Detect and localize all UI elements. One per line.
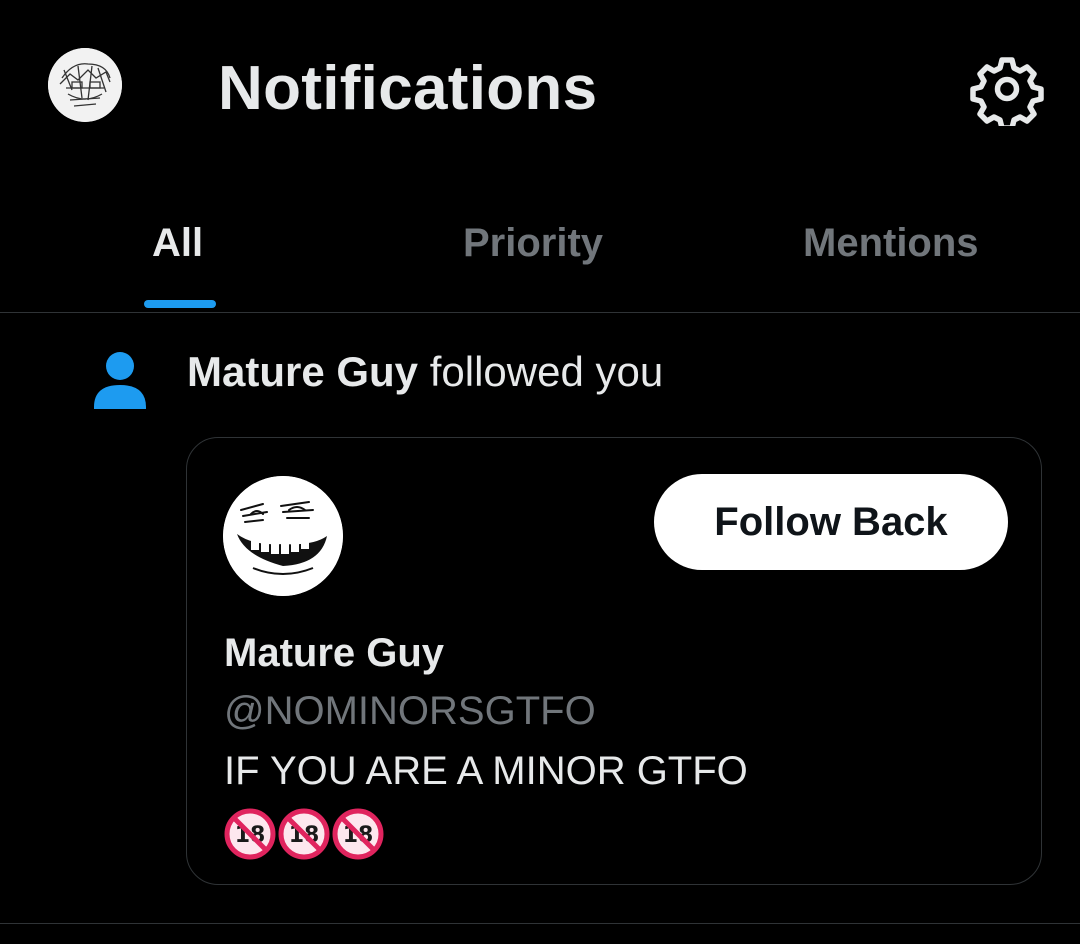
notification-text: Mature Guy followed you [187, 345, 663, 399]
user-handle: @NOMINORSGTFO [224, 689, 596, 733]
tab-all-label: All [152, 221, 204, 265]
notification-actor-name[interactable]: Mature Guy [187, 348, 418, 395]
no-one-under-18-icon: 18 [278, 808, 330, 860]
user-card[interactable]: Follow Back Mature Guy @NOMINORSGTFO IF … [186, 437, 1042, 885]
profile-avatar-button[interactable] [48, 48, 122, 122]
follow-back-button[interactable]: Follow Back [654, 474, 1008, 570]
gear-icon [970, 57, 1044, 126]
page-title: Notifications [218, 54, 598, 123]
settings-button[interactable] [970, 52, 1044, 126]
no-one-under-18-icon: 18 [332, 808, 384, 860]
active-tab-indicator [144, 300, 216, 308]
tab-mentions-label: Mentions [803, 221, 979, 265]
tab-priority[interactable]: Priority [400, 200, 680, 312]
top-app-bar: Notifications [0, 0, 1080, 175]
no-one-under-18-icon: 18 [224, 808, 276, 860]
notification-action: followed you [429, 348, 664, 395]
tab-priority-label: Priority [463, 221, 604, 265]
tab-all[interactable]: All [100, 200, 260, 312]
bio-emoji-row: 18 18 18 [224, 808, 384, 860]
user-card-avatar[interactable] [223, 476, 343, 596]
user-avatar-sketch-icon [48, 48, 122, 122]
follow-notification[interactable]: Mature Guy followed you Follow Back Matu… [0, 313, 1080, 924]
trollface-avatar-icon [223, 476, 343, 596]
notification-tabs: All Priority Mentions [0, 200, 1080, 313]
user-display-name: Mature Guy [224, 631, 445, 675]
person-icon [90, 347, 150, 421]
tab-mentions[interactable]: Mentions [760, 200, 1060, 312]
user-bio: IF YOU ARE A MINOR GTFO [224, 749, 748, 793]
